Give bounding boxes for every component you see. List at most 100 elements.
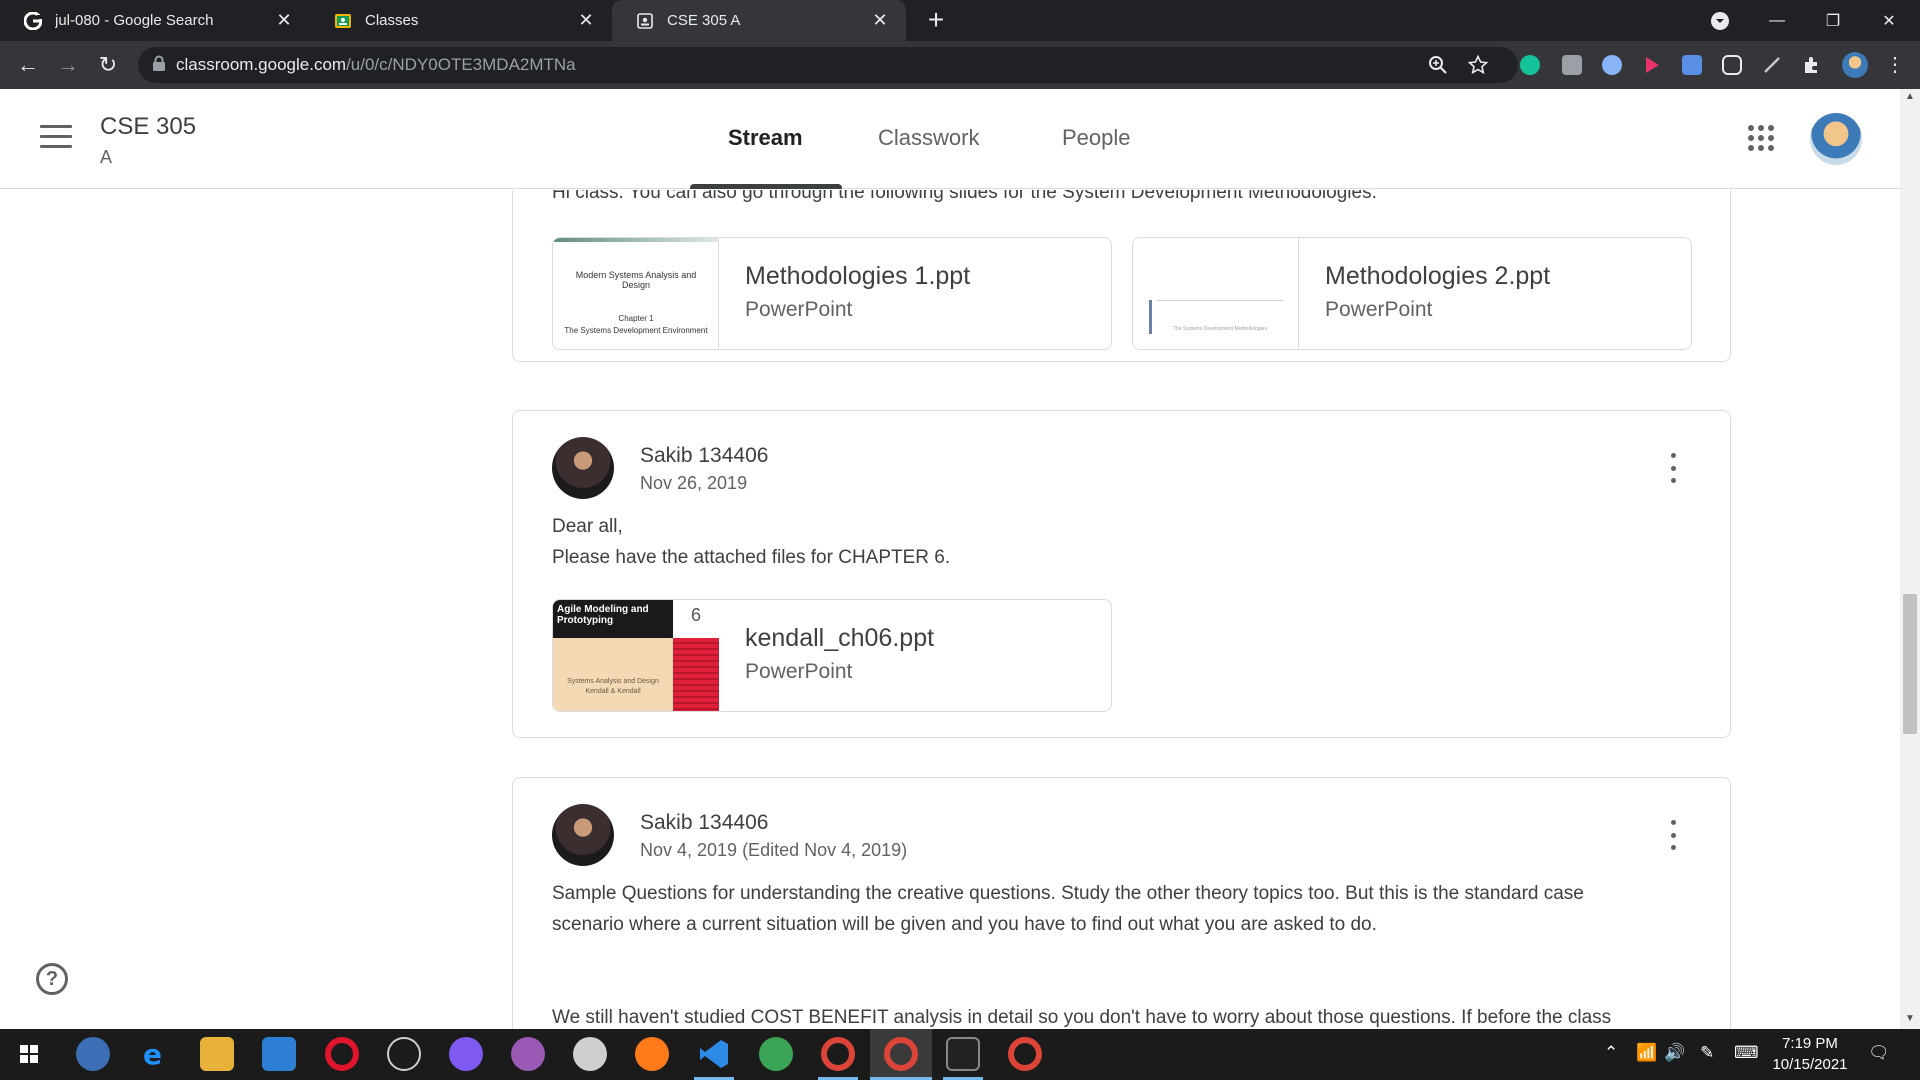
tab-stream[interactable]: Stream bbox=[728, 125, 803, 151]
github-desktop-icon[interactable] bbox=[511, 1037, 545, 1071]
author-avatar[interactable] bbox=[552, 804, 614, 866]
stream-post: Hi class. You can also go through the fo… bbox=[512, 190, 1731, 362]
terminal-icon[interactable] bbox=[946, 1037, 980, 1071]
scroll-up-arrow-icon[interactable]: ▲ bbox=[1900, 91, 1920, 102]
tab-search-button[interactable] bbox=[1697, 0, 1743, 41]
classroom-icon bbox=[333, 11, 353, 31]
post-date: Nov 26, 2019 bbox=[640, 473, 748, 493]
attachment-card[interactable]: Agile Modeling and Prototyping 6 Systems… bbox=[552, 599, 1112, 712]
chrome-profile-icon[interactable] bbox=[884, 1037, 918, 1071]
thumb-title: The Systems Development Methodologies bbox=[1173, 326, 1267, 332]
url-host: classroom.google.com bbox=[176, 55, 347, 74]
tab-title: jul-080 - Google Search bbox=[55, 12, 214, 29]
address-bar[interactable]: classroom.google.com/u/0/c/NDY0OTE3MDA2M… bbox=[138, 47, 1518, 83]
attachment-card[interactable]: Modern Systems Analysis and Design Chapt… bbox=[552, 237, 1112, 350]
paint-app-icon[interactable] bbox=[573, 1037, 607, 1071]
back-button[interactable]: ← bbox=[14, 51, 42, 79]
new-tab-button[interactable]: + bbox=[922, 6, 950, 34]
scrollbar-thumb[interactable] bbox=[1903, 594, 1917, 734]
classroom-header: CSE 305 A Stream Classwork People bbox=[0, 89, 1900, 189]
puzzle-extensions-icon[interactable] bbox=[1802, 55, 1822, 75]
thumb-chapter: Chapter 1 bbox=[618, 314, 654, 323]
thumb-author: Kendall & Kendall bbox=[585, 688, 641, 695]
camera-extension-icon[interactable] bbox=[1562, 55, 1582, 75]
extension-icon[interactable] bbox=[1602, 55, 1622, 75]
post-body-line: We still haven't studied COST BENEFIT an… bbox=[552, 1007, 1612, 1028]
qbittorrent-icon[interactable] bbox=[76, 1037, 110, 1071]
more-options-icon[interactable] bbox=[1669, 820, 1677, 850]
main-menu-icon[interactable] bbox=[40, 125, 72, 151]
messenger-icon[interactable] bbox=[449, 1037, 483, 1071]
more-options-icon[interactable] bbox=[1669, 453, 1677, 483]
clock-time[interactable]: 7:19 PM bbox=[1770, 1035, 1850, 1052]
attachment-card[interactable]: The Systems Development Methodologies Me… bbox=[1132, 237, 1692, 350]
show-hidden-icons[interactable]: ⌃ bbox=[1604, 1043, 1618, 1063]
satellite-app-icon[interactable] bbox=[387, 1037, 421, 1071]
chrome-app-icon[interactable] bbox=[1008, 1037, 1042, 1071]
zoom-icon[interactable] bbox=[1428, 55, 1448, 75]
thumb-rule bbox=[1157, 300, 1283, 301]
close-icon[interactable]: ✕ bbox=[868, 10, 892, 31]
restore-button[interactable]: ❐ bbox=[1810, 0, 1856, 41]
post-author: Sakib 134406 bbox=[640, 811, 769, 834]
attachment-type: PowerPoint bbox=[745, 298, 853, 321]
post-body: Hi class. You can also go through the fo… bbox=[552, 190, 1377, 203]
browser-menu-icon[interactable]: ⋮ bbox=[1885, 55, 1905, 75]
grammarly-extension-icon[interactable] bbox=[1520, 55, 1540, 75]
post-date: Nov 4, 2019 (Edited Nov 4, 2019) bbox=[640, 840, 908, 860]
stream-post: Sakib 134406 Nov 26, 2019 Dear all, Plea… bbox=[512, 410, 1731, 738]
author-avatar[interactable] bbox=[552, 437, 614, 499]
edge-legacy-icon[interactable]: e bbox=[138, 1037, 172, 1071]
keyboard-icon[interactable]: ⌨ bbox=[1734, 1043, 1759, 1063]
thumb-subtitle: Systems Analysis and Design bbox=[567, 678, 659, 685]
vscode-icon[interactable] bbox=[697, 1037, 731, 1071]
mail-icon[interactable] bbox=[262, 1037, 296, 1071]
google-apps-icon[interactable] bbox=[1748, 125, 1774, 151]
firefox-icon[interactable] bbox=[635, 1037, 669, 1071]
tab-people[interactable]: People bbox=[1062, 125, 1131, 151]
play-extension-icon[interactable] bbox=[1642, 55, 1662, 75]
attachment-title: kendall_ch06.ppt bbox=[745, 624, 935, 652]
minimize-button[interactable]: — bbox=[1754, 0, 1800, 41]
download-extension-icon[interactable] bbox=[1682, 55, 1702, 75]
browser-tab-google-search[interactable]: jul-080 - Google Search ✕ bbox=[0, 0, 310, 41]
post-body-line: Please have the attached files for CHAPT… bbox=[552, 547, 951, 568]
url-path: /u/0/c/NDY0OTE3MDA2MTNa bbox=[346, 55, 576, 74]
pen-icon[interactable]: ✎ bbox=[1700, 1043, 1714, 1063]
post-body-line: Sample Questions for understanding the c… bbox=[552, 883, 1584, 904]
class-title[interactable]: CSE 305 bbox=[100, 113, 196, 141]
app-icon[interactable] bbox=[759, 1037, 793, 1071]
page-scrollbar[interactable]: ▲ ▼ bbox=[1900, 89, 1920, 1029]
close-icon[interactable]: ✕ bbox=[574, 10, 598, 31]
svg-text:e: e bbox=[143, 1038, 162, 1071]
browser-tab-classes[interactable]: Classes ✕ bbox=[310, 0, 612, 41]
forward-button[interactable]: → bbox=[54, 51, 82, 79]
opera-icon[interactable] bbox=[325, 1037, 359, 1071]
windows-start-icon[interactable] bbox=[12, 1037, 46, 1071]
tab-classwork[interactable]: Classwork bbox=[878, 125, 979, 151]
pen-extension-icon[interactable] bbox=[1762, 55, 1782, 75]
clock-date[interactable]: 10/15/2021 bbox=[1770, 1056, 1850, 1073]
chrome-icon[interactable] bbox=[821, 1037, 855, 1071]
browser-tab-cse305[interactable]: CSE 305 A ✕ bbox=[612, 0, 906, 41]
bookmark-star-icon[interactable] bbox=[1467, 54, 1489, 75]
volume-icon[interactable]: 🔊 bbox=[1664, 1043, 1685, 1063]
account-avatar[interactable] bbox=[1810, 113, 1862, 165]
reload-button[interactable]: ↻ bbox=[94, 51, 122, 79]
file-explorer-icon[interactable] bbox=[200, 1037, 234, 1071]
attachment-type: PowerPoint bbox=[1325, 298, 1433, 321]
classroom-class-icon bbox=[635, 11, 655, 31]
thumb-title: Modern Systems Analysis and Design bbox=[575, 270, 697, 290]
capture-extension-icon[interactable] bbox=[1722, 55, 1742, 75]
close-icon[interactable]: ✕ bbox=[272, 10, 296, 31]
window-close-button[interactable]: ✕ bbox=[1866, 0, 1912, 41]
network-icon[interactable]: 📶 bbox=[1636, 1043, 1657, 1063]
notifications-icon[interactable]: 🗨 bbox=[1868, 1043, 1890, 1063]
scroll-down-arrow-icon[interactable]: ▼ bbox=[1900, 1013, 1920, 1024]
post-body-line: scenario where a current situation will … bbox=[552, 914, 1377, 935]
active-tab-indicator bbox=[690, 184, 842, 189]
help-button[interactable]: ? bbox=[36, 963, 68, 995]
profile-avatar[interactable] bbox=[1842, 52, 1868, 78]
attachment-thumbnail: The Systems Development Methodologies bbox=[1133, 238, 1299, 349]
thumb-accent bbox=[553, 238, 719, 242]
